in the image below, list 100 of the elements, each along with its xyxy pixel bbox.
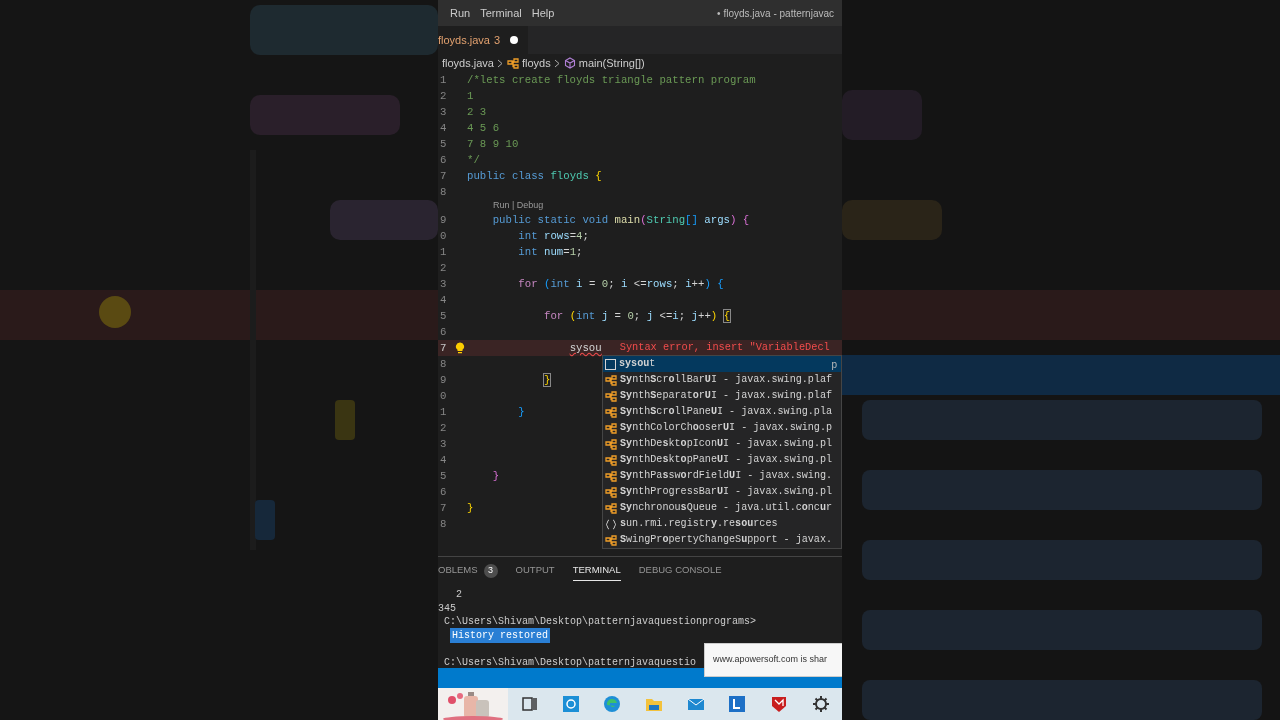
terminal-line: 2 [455,588,462,603]
breadcrumb-item[interactable]: main(String[]) [578,54,645,72]
panel-tab[interactable]: DEBUG CONSOLE [638,560,722,581]
suggestion-item[interactable]: SynthPasswordFieldUI - javax.swing. [603,468,841,484]
codelens-link[interactable]: Run | Debug [493,199,544,213]
class-icon [605,502,617,514]
line-number: 6 [439,485,447,500]
braces-icon [605,518,617,530]
line-number: 0 [439,389,447,404]
suggestion-item[interactable]: sun.rmi.registry.resources [603,516,841,532]
line-number: 1 [439,245,447,260]
line-number: 8 [439,357,447,372]
code-line: int num=1; [517,245,583,260]
menu-item[interactable]: Run [446,4,475,22]
line-number: 7 [439,501,447,516]
menu-item[interactable]: Help [527,4,559,22]
suggestion-item[interactable]: SynthSeparatorUI - javax.swing.plaf [603,388,841,404]
square-icon [605,358,616,370]
line-number: 6 [439,325,447,340]
notification-toast: www.apowersoft.com is shar [704,643,842,677]
class-icon [605,534,617,546]
line-number: 2 [439,261,447,276]
class-icon [605,438,617,450]
class-icon [605,406,617,418]
code-line: } [542,372,551,388]
code-line: 7 8 9 10 [467,137,519,152]
class-icon [605,486,617,498]
suggestion-item[interactable]: SynthProgressBarUI - javax.swing.pl [603,484,841,500]
code-line: public class floyds { [467,169,602,184]
error-message: Syntax error, insert "VariableDecl [619,340,830,356]
chevron-icon [497,58,504,68]
class-icon [507,57,519,69]
line-number: 5 [439,309,447,324]
code-line: 1 [467,89,474,104]
panel-tab[interactable]: OUTPUT [515,560,555,581]
code-line: for (int j = 0; j <=i; j++) { [542,308,731,324]
code-line: } [517,405,525,420]
count-badge: 3 [483,563,498,578]
line-number: 4 [439,293,447,308]
terminal-line: C:\Users\Shivam\Desktop\patternjavaquestio [443,655,697,670]
line-number: 3 [439,277,447,292]
editor-tab[interactable]: floyds.java 3 [438,26,529,54]
panel-tab[interactable]: OBLEMS 3 [438,560,498,581]
suggestion-item[interactable]: SynthScrollBarUI - javax.swing.plaf [603,372,841,388]
line-number: 3 [439,105,447,120]
suggestion-item[interactable]: SynthScrollPaneUI - javax.swing.pla [603,404,841,420]
code-line: 2 3 [467,105,487,120]
line-number: 7 [439,169,447,184]
line-number: 6 [439,153,447,168]
suggestion-item[interactable]: SynthDesktopIconUI - javax.swing.pl [603,436,841,452]
line-number: 3 [439,437,447,452]
code-line: for (int i = 0; i <=rows; i++) { [517,277,724,292]
line-number: 5 [439,469,447,484]
code-line: public static void main(String[] args) { [491,213,750,228]
browser-icon[interactable] [603,695,622,713]
code-line: sysou [568,341,602,356]
terminal-line: 345 [438,601,456,616]
line-number: 1 [439,405,447,420]
suggestion-item[interactable]: SwingPropertyChangeSupport - javax. [603,532,841,548]
line-number: 4 [439,453,447,468]
line-number: 8 [439,517,447,532]
class-icon [605,454,617,466]
menu-item[interactable]: Terminal [476,4,526,22]
code-line: } [491,469,500,484]
code-line: int rows=4; [517,229,589,244]
line-number: 1 [439,73,447,88]
search-icon[interactable] [561,695,580,713]
cube-icon [563,57,576,69]
line-number: 2 [439,421,447,436]
suggestion-item[interactable]: SynthColorChooserUI - javax.swing.p [603,420,841,436]
line-number: 9 [439,373,447,388]
suggestion-item[interactable]: sysout p [603,356,841,372]
class-icon [605,422,617,434]
line-number: 7 [439,341,447,356]
l-tile-icon[interactable] [728,695,747,713]
settings-icon[interactable] [811,695,830,713]
shield-icon[interactable] [769,695,788,713]
line-number: 4 [439,121,447,136]
class-icon [605,374,617,386]
suggestion-item[interactable]: SynthDesktopPaneUI - javax.swing.pl [603,452,841,468]
code-line: /*lets create floyds triangle pattern program [467,73,756,88]
suggestion-item[interactable]: SynchronousQueue - java.util.concur [603,500,841,516]
line-number: 5 [439,137,447,152]
breadcrumb-item[interactable]: floyds.java [442,54,494,72]
window-title: • floyds.java - patternjavac [717,6,834,21]
terminal-line: C:\Users\Shivam\Desktop\patternjavaquestionprograms> [443,615,757,630]
panel-tab[interactable]: TERMINAL [572,560,621,581]
code-line: 4 5 6 [467,121,500,136]
line-number: 9 [439,213,447,228]
chevron-icon [553,58,561,68]
problem-count: 3 [494,32,501,48]
line-number: 8 [439,185,447,200]
code-line: */ [467,153,480,168]
class-icon [605,470,617,482]
line-number: 2 [439,89,447,104]
line-number: 0 [439,229,447,244]
task-view-icon[interactable] [519,695,538,713]
code-line: } [467,501,474,516]
breadcrumb-item[interactable]: floyds [522,54,551,72]
class-icon [605,390,617,402]
